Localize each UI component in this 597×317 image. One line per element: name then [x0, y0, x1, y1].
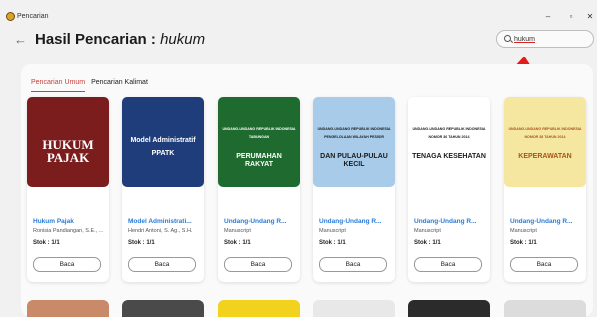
book-stock: Stok : 1/1 — [224, 240, 251, 246]
book-cover-image[interactable] — [504, 300, 586, 317]
book-title[interactable]: Undang-Undang R... — [319, 218, 393, 225]
read-button[interactable]: Baca — [510, 257, 578, 272]
search-icon — [504, 35, 511, 42]
book-stock: Stok : 1/1 — [414, 240, 441, 246]
book-card[interactable]: UNDANG-UNDANG REPUBLIK INDONESIA NOMOR 36… — [408, 97, 490, 282]
read-button[interactable]: Baca — [33, 257, 101, 272]
book-cover-text: NOMOR 36 TAHUN 2014 — [428, 135, 470, 139]
search-box[interactable] — [496, 30, 594, 48]
book-cover-text: TABUNGAN — [248, 135, 270, 139]
book-title[interactable]: Undang-Undang R... — [510, 218, 584, 225]
read-button[interactable]: Baca — [128, 257, 196, 272]
book-cover-text: PPATK — [151, 150, 175, 157]
book-cover-image[interactable]: UNDANG-UNDANG REPUBLIK INDONESIA PENGELOL… — [313, 97, 395, 187]
minimize-button[interactable]: – — [541, 11, 555, 23]
book-title[interactable]: Undang-Undang R... — [414, 218, 488, 225]
book-author: Ronisia Pandiangan, S.E., ... — [33, 228, 104, 234]
book-title[interactable]: Model Administrati... — [128, 218, 202, 225]
book-author: Hendri Antoni, S. Ag., S.H. — [128, 228, 193, 234]
book-cover-text: UNDANG-UNDANG REPUBLIK INDONESIA — [222, 127, 296, 131]
read-button[interactable]: Baca — [319, 257, 387, 272]
book-cover-text: Model Administratif — [130, 137, 196, 144]
read-button[interactable]: Baca — [414, 257, 482, 272]
book-cover-text: NOMOR 38 TAHUN 2014 — [524, 135, 566, 139]
search-input[interactable] — [514, 33, 590, 46]
book-cover-image[interactable]: UNDANG-UNDANG REPUBLIK INDONESIA NOMOR 38… — [504, 97, 586, 187]
book-author: Manuscript — [319, 228, 346, 234]
book-author: Manuscript — [510, 228, 537, 234]
book-cover-text: TENAGA KESEHATAN — [412, 153, 486, 160]
book-author: Manuscript — [224, 228, 251, 234]
book-stock: Stok : 1/1 — [319, 240, 346, 246]
title-bar: Pencarian – ▫ ✕ — [0, 0, 597, 24]
book-author: Manuscript — [414, 228, 441, 234]
book-card[interactable]: HUKUM PAJAK Hukum Pajak Ronisia Pandiangan,… — [27, 97, 109, 282]
book-title[interactable]: Hukum Pajak — [33, 218, 107, 225]
book-cover-image[interactable] — [313, 300, 395, 317]
back-arrow-icon[interactable]: ← — [14, 32, 27, 47]
page-title: Hasil Pencarian : hukum — [35, 31, 205, 48]
book-cover-image[interactable]: UNDANG-UNDANG REPUBLIK INDONESIA NOMOR 36… — [408, 97, 490, 187]
book-cover-text: KEPERAWATAN — [518, 153, 572, 160]
book-cover-image[interactable] — [218, 300, 300, 317]
book-title[interactable]: Undang-Undang R... — [224, 218, 298, 225]
book-cover-image[interactable] — [27, 300, 109, 317]
app-logo-icon — [6, 12, 15, 21]
page-title-prefix: Hasil Pencarian : — [35, 31, 156, 48]
book-cover-text: PERUMAHAN RAKYAT — [236, 153, 282, 169]
book-stock: Stok : 1/1 — [128, 240, 155, 246]
book-card[interactable]: Model Administratif PPATK Model Administra… — [122, 97, 204, 282]
book-cover-image[interactable] — [408, 300, 490, 317]
book-cover-image[interactable]: HUKUM PAJAK — [27, 97, 109, 187]
book-cover-image[interactable]: UNDANG-UNDANG REPUBLIK INDONESIA TABUNGAN… — [218, 97, 300, 187]
book-card[interactable]: UNDANG-UNDANG REPUBLIK INDONESIA NOMOR 38… — [504, 97, 586, 282]
tab-pencarian-kalimat[interactable]: Pencarian Kalimat — [91, 79, 148, 92]
book-cover-text: UNDANG-UNDANG REPUBLIK INDONESIA — [508, 127, 582, 131]
book-cover-text: PENGELOLAAN WILAYAH PESISIR — [324, 135, 384, 139]
tab-pencarian-umum[interactable]: Pencarian Umum — [31, 79, 86, 92]
book-cover-image[interactable] — [122, 300, 204, 317]
page-title-query: hukum — [160, 31, 206, 48]
book-cover-text: PAJAK — [46, 150, 90, 165]
book-stock: Stok : 1/1 — [510, 240, 537, 246]
read-button[interactable]: Baca — [224, 257, 292, 272]
book-card[interactable]: UNDANG-UNDANG REPUBLIK INDONESIA PENGELOL… — [313, 97, 395, 282]
maximize-button[interactable]: ▫ — [564, 11, 578, 23]
window-title: Pencarian — [17, 13, 49, 20]
book-cover-image[interactable]: Model Administratif PPATK — [122, 97, 204, 187]
results-panel: Pencarian Umum Pencarian Kalimat HUKUM PA… — [21, 64, 593, 317]
book-cover-text: DAN PULAU-PULAU KECIL — [320, 153, 388, 169]
book-cover-text: UNDANG-UNDANG REPUBLIK INDONESIA — [412, 127, 486, 131]
close-button[interactable]: ✕ — [583, 11, 597, 23]
book-cover-text: UNDANG-UNDANG REPUBLIK INDONESIA — [317, 127, 391, 131]
search-tabs: Pencarian Umum Pencarian Kalimat — [31, 79, 148, 92]
book-stock: Stok : 1/1 — [33, 240, 60, 246]
book-card[interactable]: UNDANG-UNDANG REPUBLIK INDONESIA TABUNGAN… — [218, 97, 300, 282]
